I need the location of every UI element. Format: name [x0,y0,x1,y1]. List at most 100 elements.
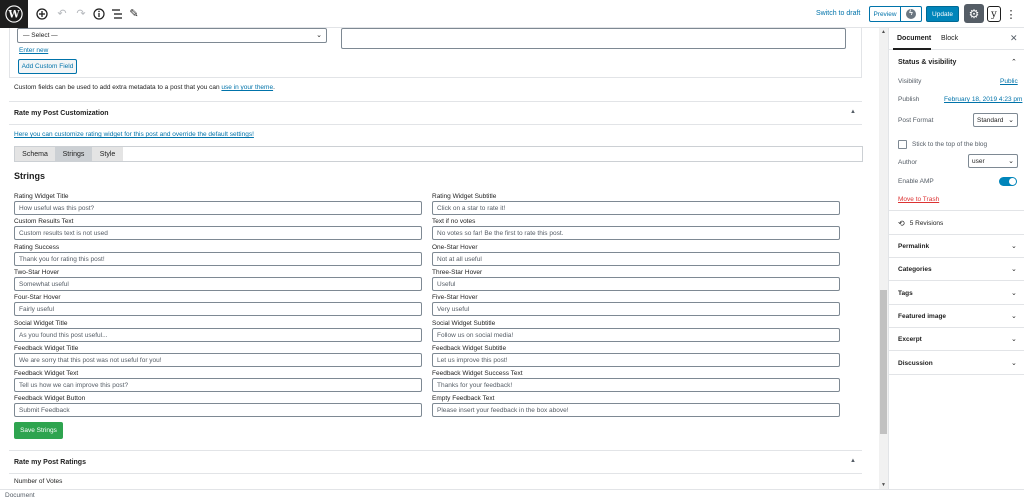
rating-widget-title-input[interactable]: How useful was this post? [14,201,422,215]
empty-feedback-text-input[interactable]: Please insert your feedback in the box a… [432,403,840,418]
chevron-down-icon: ⌄ [1008,158,1014,165]
amp-preview-button[interactable]: ϟ [901,6,922,22]
rating-widget-subtitle-input[interactable]: Click on a star to rate it! [432,201,840,215]
enable-amp-toggle[interactable] [999,177,1017,186]
wordpress-icon: W [5,5,23,23]
tab-strings[interactable]: Strings [55,147,92,161]
social-widget-subtitle-label: Social Widget Subtitle [432,319,496,327]
more-tools-button[interactable]: ⋮ [1005,6,1017,22]
empty-feedback-text-label: Empty Feedback Text [432,395,495,403]
feedback-widget-text-label: Feedback Widget Text [14,370,79,378]
custom-results-text-input[interactable]: Custom results text is not used [14,226,422,241]
panel-title: Featured image [898,313,947,320]
rmp-settings-tabs: Schema Strings Style [14,146,863,162]
editor-content-area: — Select — ⌄ Enter new Add Custom Field … [0,28,879,487]
caret-up-icon[interactable]: ▲ [850,109,856,115]
enable-amp-label: Enable AMP [898,178,934,185]
settings-sidebar: Document Block ✕ Status & visibility ⌃ V… [888,28,1024,489]
history-clock-icon: ⟲ [898,219,905,228]
preview-button[interactable]: Preview [869,6,901,22]
add-custom-field-button[interactable]: Add Custom Field [18,59,77,74]
panel-permalink[interactable]: Permalink ⌄ [889,235,1024,258]
enter-new-link[interactable]: Enter new [19,47,48,54]
plus-circle-icon[interactable] [35,7,49,21]
vertical-ellipsis-icon: ⋮ [1005,8,1017,21]
revisions-link[interactable]: ⟲ 5 Revisions [898,219,943,228]
redo-icon[interactable]: ↷ [74,7,88,21]
four-star-hover-input[interactable]: Fairly useful [14,302,422,317]
scrollbar-thumb[interactable] [880,290,887,434]
wordpress-logo-button[interactable]: W [0,0,28,28]
switch-to-draft-button[interactable]: Switch to draft [816,10,860,17]
three-star-hover-label: Three-Star Hover [432,268,483,276]
panel-discussion[interactable]: Discussion ⌄ [889,352,1024,375]
save-strings-button[interactable]: Save Strings [14,422,63,439]
panel-title: Tags [898,290,913,297]
feedback-widget-subtitle-input[interactable]: Let us improve this post! [432,352,840,367]
number-of-votes-label: Number of Votes [14,478,63,485]
three-star-hover-input[interactable]: Useful [432,276,840,291]
custom-field-select-value: — Select — [23,32,58,39]
text-if-no-votes-input[interactable]: No votes so far! Be the first to rate th… [432,226,840,241]
panel-title: Excerpt [898,336,922,343]
tab-document[interactable]: Document [897,35,931,42]
close-icon[interactable]: ✕ [1010,33,1018,44]
strings-section-title: Strings [14,171,46,181]
settings-gear-button[interactable]: ⚙ [964,4,984,23]
visibility-value-link[interactable]: Public [1000,78,1018,85]
stick-to-top-checkbox[interactable] [898,140,907,149]
tab-schema[interactable]: Schema [15,147,55,161]
social-widget-subtitle-input[interactable]: Follow us on social media! [432,327,840,342]
status-visibility-title[interactable]: Status & visibility [898,59,956,66]
custom-results-text-label: Custom Results Text [14,218,74,226]
publish-label: Publish [898,96,920,103]
customize-intro-link[interactable]: Here you can customize rating widget for… [14,131,254,138]
tab-style[interactable]: Style [92,147,123,161]
custom-field-value-textarea[interactable] [341,28,846,49]
scroll-down-arrow-icon[interactable]: ▼ [879,481,888,489]
chevron-down-icon: ⌄ [1011,360,1017,367]
pencil-icon[interactable]: ✎ [127,7,141,21]
panel-excerpt[interactable]: Excerpt ⌄ [889,328,1024,351]
rmp-ratings-panel-header[interactable]: Rate my Post Ratings ▲ [9,450,862,474]
undo-icon[interactable]: ↶ [55,7,69,21]
svg-text:W: W [7,10,20,21]
move-to-trash-link[interactable]: Move to Trash [898,196,939,203]
active-tab-indicator [893,48,931,50]
editor-header-toolbar: W ↶ ↷ ✎ Switch to draft Preview ϟ Update… [0,0,1024,28]
stick-to-top-label[interactable]: Stick to the top of the blog [912,141,987,148]
one-star-hover-input[interactable]: Not at all useful [432,251,840,266]
social-widget-title-input[interactable]: As you found this post useful... [14,327,422,342]
chevron-up-icon[interactable]: ⌃ [1011,58,1017,66]
social-widget-title-label: Social Widget Title [14,319,68,327]
list-icon[interactable] [110,7,124,21]
panel-title: Discussion [898,360,933,367]
post-format-select[interactable]: Standard ⌄ [973,113,1018,127]
rmp-customization-panel-header[interactable]: Rate my Post Customization ▲ [9,101,862,125]
tab-block[interactable]: Block [941,35,958,42]
panel-featured-image[interactable]: Featured image ⌄ [889,305,1024,328]
custom-field-key-select[interactable]: — Select — ⌄ [17,28,327,43]
two-star-hover-input[interactable]: Somewhat useful [14,276,422,291]
five-star-hover-input[interactable]: Very useful [432,302,840,317]
feedback-widget-title-input[interactable]: We are sorry that this post was not usef… [14,352,422,367]
breadcrumb-document[interactable]: Document [5,492,35,499]
scroll-up-arrow-icon[interactable]: ▲ [879,28,888,36]
editor-scrollbar[interactable]: ▲ ▼ [879,28,888,489]
help-text: Custom fields can be used to add extra m… [14,84,222,91]
caret-up-icon[interactable]: ▲ [850,458,856,464]
block-breadcrumb-bar: Document [0,489,1024,501]
four-star-hover-label: Four-Star Hover [14,294,61,302]
yoast-seo-button[interactable]: y [987,6,1001,22]
feedback-widget-success-text-input[interactable]: Thanks for your feedback! [432,378,840,393]
publish-date-link[interactable]: February 18, 2019 4:23 pm [944,96,1022,103]
feedback-widget-button-input[interactable]: Submit Feedback [14,403,422,418]
info-icon[interactable] [92,7,106,21]
panel-tags[interactable]: Tags ⌄ [889,282,1024,305]
update-button[interactable]: Update [926,6,959,22]
author-select[interactable]: user ⌄ [968,154,1018,168]
rating-success-input[interactable]: Thank you for rating this post! [14,251,422,266]
use-in-theme-link[interactable]: use in your theme [221,84,273,91]
panel-categories[interactable]: Categories ⌄ [889,258,1024,281]
feedback-widget-text-input[interactable]: Tell us how we can improve this post? [14,378,422,393]
